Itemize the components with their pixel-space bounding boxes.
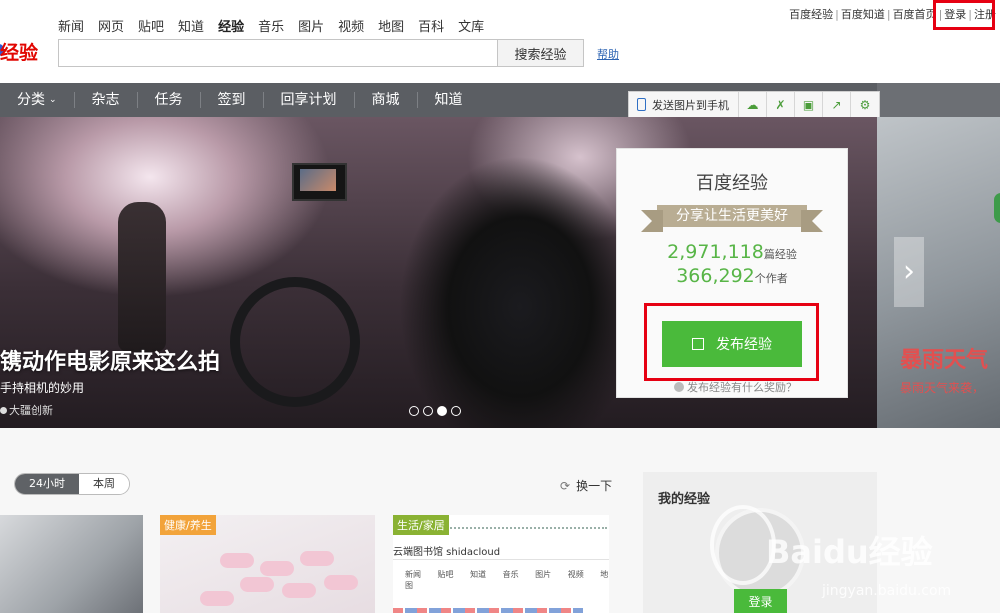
tag-home: 生活/家居 xyxy=(393,515,449,535)
refresh-label: 换一下 xyxy=(576,479,613,493)
next-slide-subtitle: 暴雨天气来袭， xyxy=(900,381,985,395)
refresh-button[interactable]: ⟳ 换一下 xyxy=(560,477,612,494)
tag-health: 健康/养生 xyxy=(160,515,216,535)
card-site-name: 云端图书馆 shidacloud xyxy=(393,547,501,558)
top-links: 百度经验 | 百度知道 | 百度首页 | 登录 | 注册 xyxy=(789,8,996,21)
link-baidu-home[interactable]: 百度首页 xyxy=(893,8,937,21)
hero-camera-screen xyxy=(300,169,336,191)
pill-image xyxy=(200,591,234,606)
edit-icon xyxy=(692,338,704,350)
help-link[interactable]: 帮助 xyxy=(597,46,619,62)
tab-baike[interactable]: 百科 xyxy=(418,16,444,35)
pill-image xyxy=(324,575,358,590)
chevron-down-icon: ⌄ xyxy=(49,95,57,105)
tab-wenku[interactable]: 文库 xyxy=(458,16,484,35)
next-slide-title: 暴雨天气 xyxy=(900,348,989,373)
hero-subtitle: 手持相机的妙用 xyxy=(0,381,85,395)
experience-count-unit: 篇经验 xyxy=(763,248,797,261)
hero-author-name: 大疆创新 xyxy=(9,404,53,417)
nav-zhidao[interactable]: 知道 xyxy=(418,92,480,108)
slogan-ribbon: 分享让生活更美好 xyxy=(641,205,823,232)
panel-login-button[interactable]: 登录 xyxy=(734,589,787,613)
pill-image xyxy=(260,561,294,576)
tab-news[interactable]: 新闻 xyxy=(58,16,84,35)
phone-icon xyxy=(637,98,646,111)
hero-gimbal-rig xyxy=(230,277,360,407)
feed-card-car[interactable] xyxy=(0,515,143,613)
navbar-fill xyxy=(877,83,1000,117)
nav-category[interactable]: 分类 ⌄ xyxy=(0,92,75,108)
carousel-dot-4[interactable] xyxy=(451,406,461,416)
link-baidu-jingyan[interactable]: 百度经验 xyxy=(789,8,833,21)
login-link[interactable]: 登录 xyxy=(944,8,966,21)
pill-image xyxy=(240,577,274,592)
stats-title: 百度经验 xyxy=(696,173,768,194)
expand-icon[interactable]: ✗ xyxy=(767,92,795,117)
card-mini-tabs: 新闻 贴吧 知道 音乐 图片 视频 地图 xyxy=(405,570,609,590)
image-toolbar: 发送图片到手机 ☁ ✗ ▣ ↗ ⚙ xyxy=(628,91,880,118)
experience-count: 2,971,118篇经验 xyxy=(617,241,847,263)
card-wave-decoration xyxy=(447,519,607,529)
time-range-toggle: 24小时 本周 xyxy=(14,473,130,495)
card-divider xyxy=(393,559,609,560)
tab-video[interactable]: 视频 xyxy=(338,16,364,35)
link-baidu-zhidao[interactable]: 百度知道 xyxy=(841,8,885,21)
nav-share-plan[interactable]: 回享计划 xyxy=(264,92,355,108)
reward-link[interactable]: 发布经验有什么奖励？ xyxy=(674,379,797,395)
my-experience-title: 我的经验 xyxy=(658,492,711,507)
tab-music[interactable]: 音乐 xyxy=(258,16,284,35)
product-tabs: 新闻 网页 贴吧 知道 经验 音乐 图片 视频 地图 百科 文库 xyxy=(58,16,498,35)
author-count-value: 366,292 xyxy=(676,265,755,287)
author-icon xyxy=(0,407,7,414)
send-to-phone-label: 发送图片到手机 xyxy=(652,98,729,112)
my-experience-panel: 我的经验 登录 xyxy=(643,472,877,613)
tab-map[interactable]: 地图 xyxy=(378,16,404,35)
site-logo[interactable]: 经验 xyxy=(0,38,38,65)
toggle-week[interactable]: 本周 xyxy=(79,474,129,494)
pill-image xyxy=(220,553,254,568)
stats-card: 百度经验 分享让生活更美好 2,971,118篇经验 366,292个作者 发布… xyxy=(616,148,848,398)
nav-mall[interactable]: 商城 xyxy=(355,92,418,108)
pill-image xyxy=(300,551,334,566)
toggle-24h[interactable]: 24小时 xyxy=(15,474,79,494)
question-icon xyxy=(674,382,684,392)
carousel-dots xyxy=(409,406,461,416)
experience-count-value: 2,971,118 xyxy=(667,241,764,263)
publish-experience-button[interactable]: 发布经验 xyxy=(662,321,802,367)
search-input[interactable] xyxy=(58,39,498,67)
nav-checkin[interactable]: 签到 xyxy=(201,92,264,108)
hero-woman-figure xyxy=(118,202,166,352)
refresh-icon: ⟳ xyxy=(560,479,571,493)
nav-category-label: 分类 xyxy=(17,92,45,108)
nav-magazine[interactable]: 杂志 xyxy=(75,92,138,108)
tab-tieba[interactable]: 贴吧 xyxy=(138,16,164,35)
register-link[interactable]: 注册 xyxy=(974,8,996,21)
avatar xyxy=(715,508,805,598)
share-icon[interactable]: ↗ xyxy=(823,92,851,117)
search-button[interactable]: 搜索经验 xyxy=(497,39,584,67)
tab-images[interactable]: 图片 xyxy=(298,16,324,35)
carousel-dot-1[interactable] xyxy=(409,406,419,416)
save-icon[interactable]: ▣ xyxy=(795,92,823,117)
pill-image xyxy=(282,583,316,598)
hero-cameraman xyxy=(350,137,620,428)
card-link-preview xyxy=(393,608,583,613)
hero-title[interactable]: 镌动作电影原来这么拍 xyxy=(0,344,220,376)
gear-icon[interactable]: ⚙ xyxy=(851,92,879,117)
send-to-phone-button[interactable]: 发送图片到手机 xyxy=(629,92,739,117)
tab-jingyan[interactable]: 经验 xyxy=(218,16,244,35)
reward-label: 发布经验有什么奖励？ xyxy=(687,381,797,394)
carousel-dot-2[interactable] xyxy=(423,406,433,416)
tab-web[interactable]: 网页 xyxy=(98,16,124,35)
carousel-next-button[interactable]: › xyxy=(894,237,924,307)
side-float-icon[interactable] xyxy=(994,193,1000,223)
carousel-dot-3[interactable] xyxy=(437,406,447,416)
author-count: 366,292个作者 xyxy=(617,265,847,287)
publish-label: 发布经验 xyxy=(716,337,772,353)
hero-author: 大疆创新 xyxy=(0,402,53,418)
cloud-icon[interactable]: ☁ xyxy=(739,92,767,117)
nav-tasks[interactable]: 任务 xyxy=(138,92,201,108)
tab-zhidao[interactable]: 知道 xyxy=(178,16,204,35)
author-count-unit: 个作者 xyxy=(754,272,788,285)
